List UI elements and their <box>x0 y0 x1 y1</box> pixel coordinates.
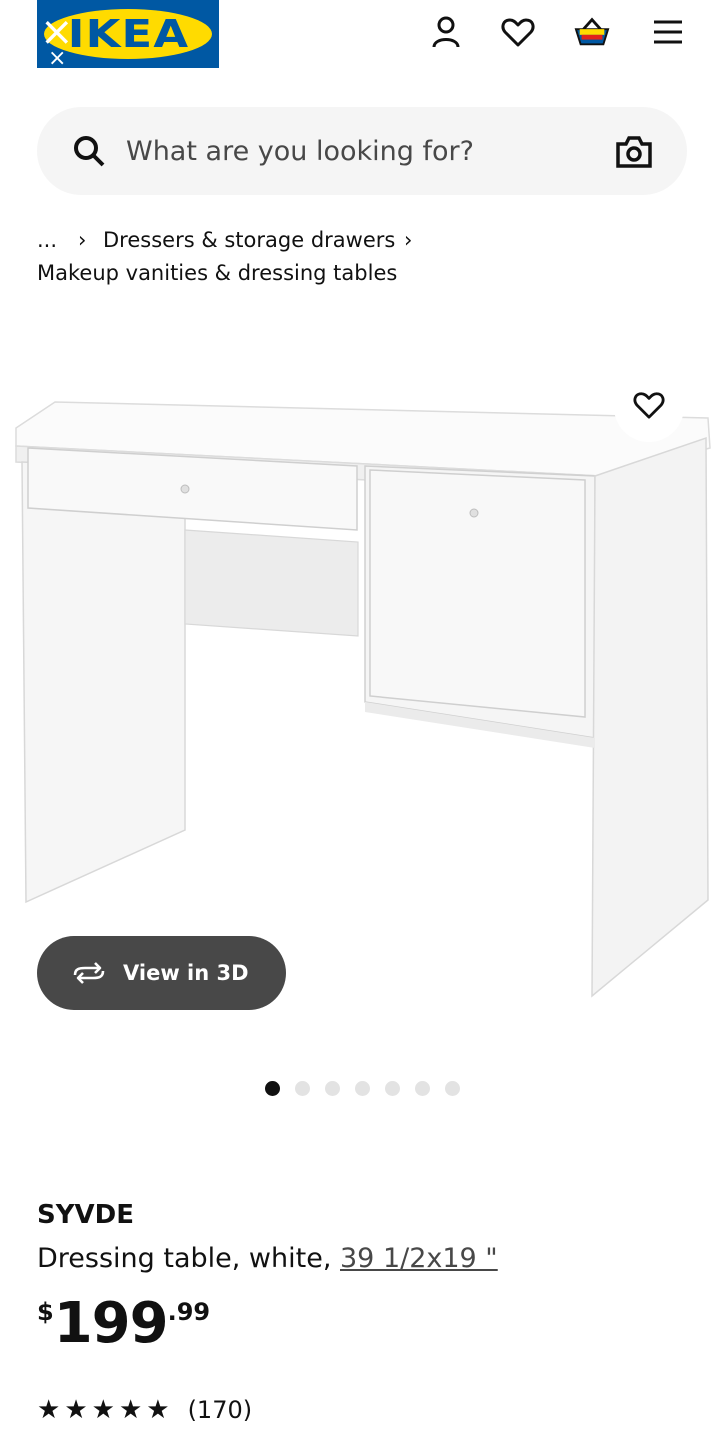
rating[interactable]: ★ ★ ★ ★ ★ (170) <box>37 1396 252 1424</box>
carousel-dot[interactable] <box>265 1081 280 1096</box>
carousel-dot[interactable] <box>385 1081 400 1096</box>
product-price: $199.99 <box>37 1296 210 1352</box>
menu-icon[interactable] <box>650 14 686 50</box>
price-currency: $ <box>37 1298 54 1326</box>
close-overlay-small-icon: × <box>48 46 67 71</box>
breadcrumb-separator: › <box>78 228 87 252</box>
product-description-line: Dressing table, white, 39 1/2x19 " <box>37 1243 498 1274</box>
carousel-dot[interactable] <box>295 1081 310 1096</box>
star-icon: ★ <box>118 1395 143 1425</box>
basket-icon[interactable] <box>574 14 610 50</box>
user-icon[interactable] <box>428 14 464 50</box>
heart-icon <box>633 390 665 425</box>
star-icon: ★ <box>64 1395 88 1425</box>
product-description: Dressing table, white, <box>37 1243 332 1274</box>
product-dimensions-link[interactable]: 39 1/2x19 " <box>340 1243 498 1274</box>
logo-text: IKEA <box>67 12 189 56</box>
view-in-3d-label: View in 3D <box>123 961 249 985</box>
breadcrumb-separator: › <box>404 228 413 252</box>
heart-icon[interactable] <box>500 14 536 50</box>
star-icon: ★ <box>91 1395 115 1425</box>
star-icon: ★ <box>37 1395 61 1425</box>
star-icon: ★ <box>146 1395 170 1425</box>
search-icon[interactable] <box>72 134 106 168</box>
breadcrumb-item-current: Makeup vanities & dressing tables <box>37 261 398 285</box>
review-count: (170) <box>187 1396 253 1424</box>
carousel-indicators <box>265 1081 460 1096</box>
product-name: SYVDE <box>37 1200 135 1230</box>
price-integer: 199 <box>53 1291 169 1356</box>
search-input[interactable] <box>126 128 586 174</box>
carousel-dot[interactable] <box>445 1081 460 1096</box>
view-in-3d-button[interactable]: View in 3D <box>37 936 286 1010</box>
favorite-button[interactable] <box>614 372 684 442</box>
breadcrumb-item-dressers[interactable]: Dressers & storage drawers <box>103 228 395 252</box>
price-decimal: .99 <box>167 1298 211 1326</box>
breadcrumb-ellipsis[interactable]: ... <box>37 228 57 252</box>
carousel-dot[interactable] <box>355 1081 370 1096</box>
camera-icon[interactable] <box>614 132 654 172</box>
carousel-dot[interactable] <box>415 1081 430 1096</box>
carousel-dot[interactable] <box>325 1081 340 1096</box>
rotate-3d-icon <box>69 961 109 985</box>
